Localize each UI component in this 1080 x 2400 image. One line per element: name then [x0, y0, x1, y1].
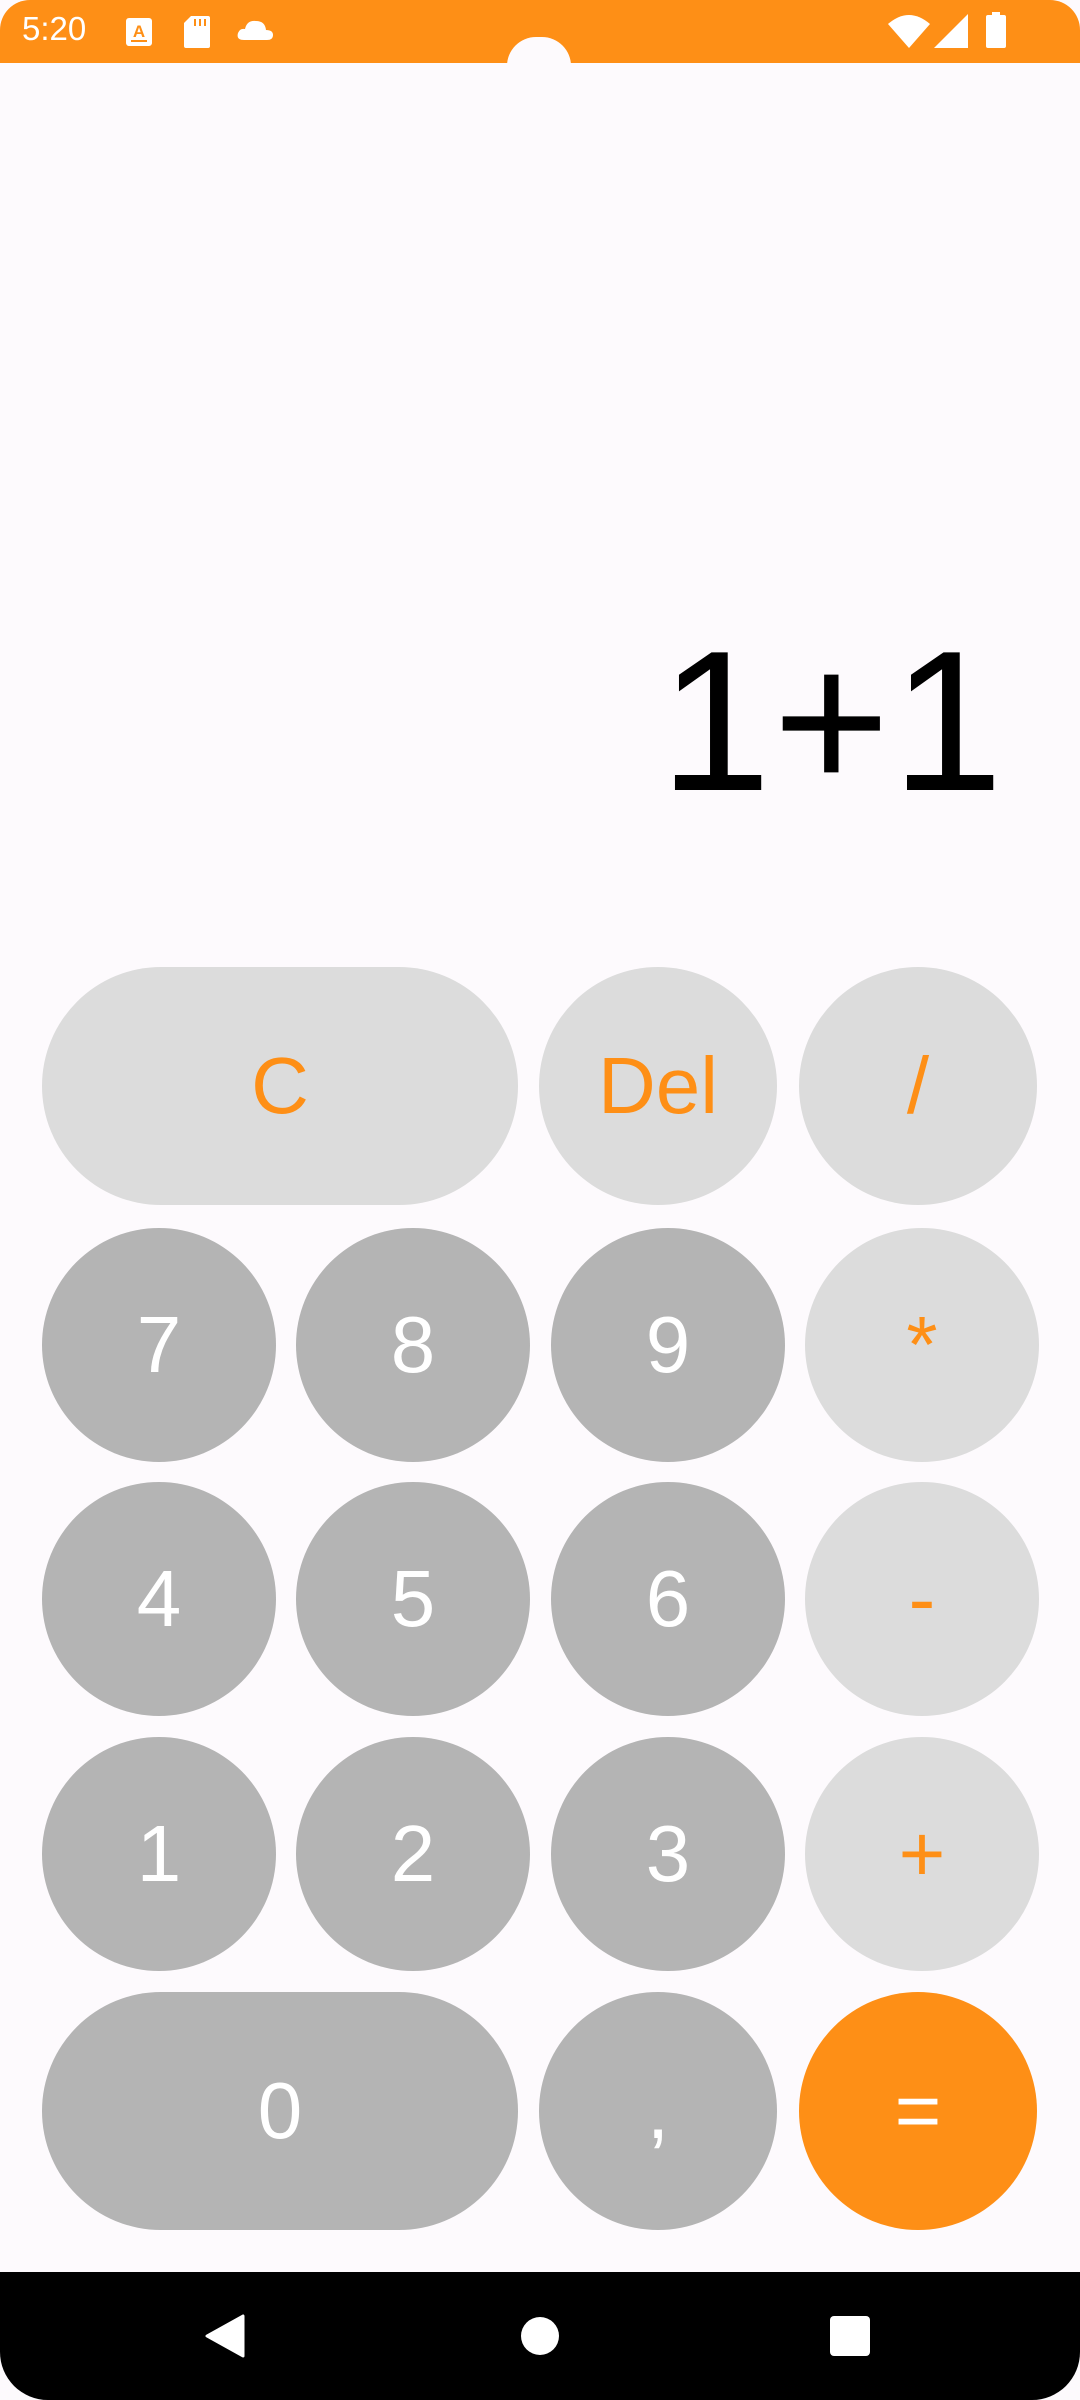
camera-notch: [507, 37, 571, 95]
recents-icon: [830, 2316, 870, 2356]
a-box-icon: A: [126, 18, 152, 50]
sd-card-icon: [184, 16, 210, 52]
digit-5-button[interactable]: 5: [296, 1482, 530, 1716]
comma-button[interactable]: ,: [539, 1992, 777, 2230]
digit-2-button[interactable]: 2: [296, 1737, 530, 1971]
back-icon: [205, 2314, 245, 2358]
back-button[interactable]: [155, 2272, 295, 2400]
digit-9-button[interactable]: 9: [551, 1228, 785, 1462]
subtract-button[interactable]: -: [805, 1482, 1039, 1716]
wifi-icon: [888, 14, 930, 52]
calculator-screen: 5:20 A 1+1 C Del / 7 8 9 * 4 5 6 - 1 2 3…: [0, 0, 1080, 2400]
digit-8-button[interactable]: 8: [296, 1228, 530, 1462]
recents-button[interactable]: [780, 2272, 920, 2400]
navigation-bar: [0, 2272, 1080, 2400]
digit-4-button[interactable]: 4: [42, 1482, 276, 1716]
battery-icon: [986, 12, 1006, 52]
svg-text:A: A: [133, 22, 145, 41]
digit-7-button[interactable]: 7: [42, 1228, 276, 1462]
add-button[interactable]: +: [805, 1737, 1039, 1971]
divide-button[interactable]: /: [799, 967, 1037, 1205]
delete-button[interactable]: Del: [539, 967, 777, 1205]
digit-6-button[interactable]: 6: [551, 1482, 785, 1716]
digit-0-button[interactable]: 0: [42, 1992, 518, 2230]
digit-1-button[interactable]: 1: [42, 1737, 276, 1971]
status-time: 5:20: [22, 10, 87, 47]
cloud-icon: [236, 18, 274, 46]
expression-display: 1+1: [659, 610, 1005, 833]
digit-3-button[interactable]: 3: [551, 1737, 785, 1971]
signal-icon: [934, 14, 968, 52]
clear-button[interactable]: C: [42, 967, 518, 1205]
home-button[interactable]: [470, 2272, 610, 2400]
equals-button[interactable]: =: [799, 1992, 1037, 2230]
home-icon: [521, 2317, 559, 2355]
multiply-button[interactable]: *: [805, 1228, 1039, 1462]
